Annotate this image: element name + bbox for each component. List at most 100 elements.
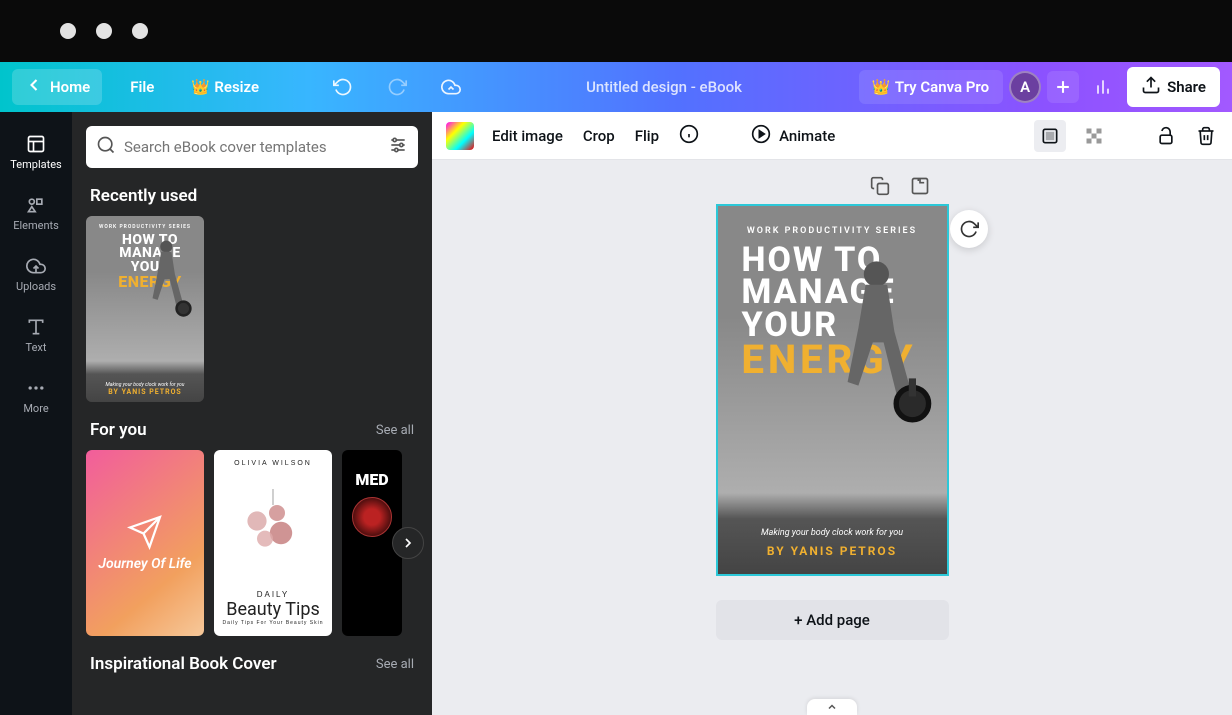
rail-label: More: [23, 402, 48, 415]
crown-icon: 👑: [192, 79, 208, 95]
paper-plane-icon: [127, 514, 163, 550]
filters-icon[interactable]: [388, 135, 408, 159]
try-pro-label: Try Canva Pro: [895, 78, 989, 96]
chevron-left-icon: [24, 75, 44, 99]
cover-author[interactable]: BY YANIS PETROS: [718, 544, 947, 574]
info-button[interactable]: [677, 120, 701, 152]
position-button[interactable]: [1034, 120, 1066, 152]
animate-button[interactable]: Animate: [749, 120, 837, 152]
share-button[interactable]: Share: [1127, 67, 1220, 107]
animate-label: Animate: [779, 127, 835, 145]
crown-icon: 👑: [873, 79, 889, 95]
design-title[interactable]: Untitled design - eBook: [477, 78, 851, 96]
design-title-text: Untitled design - eBook: [586, 78, 742, 96]
flip-button[interactable]: Flip: [633, 123, 661, 149]
traffic-close[interactable]: [60, 23, 76, 39]
edit-image-label: Edit image: [492, 127, 563, 145]
medallion-graphic: [352, 497, 392, 537]
card-prefix: DAILY: [222, 590, 323, 599]
add-collaborator-button[interactable]: [1047, 71, 1079, 103]
animate-icon: [751, 124, 771, 148]
rail-tab-elements[interactable]: Elements: [0, 185, 72, 240]
card-subtitle: Daily Tips For Your Beauty Skin: [222, 620, 323, 626]
card-author: OLIVIA WILSON: [234, 460, 312, 467]
athlete-figure: [140, 238, 196, 324]
header-left: Home File 👑 Resize: [12, 69, 469, 105]
design-page[interactable]: WORK PRODUCTIVITY SERIES HOW TO MANAGE Y…: [716, 204, 949, 576]
traffic-zoom[interactable]: [132, 23, 148, 39]
rail-tab-more[interactable]: More: [0, 368, 72, 423]
recently-used-row: WORK PRODUCTIVITY SERIES HOW TO MANAGE Y…: [86, 216, 418, 402]
lock-button[interactable]: [1154, 124, 1178, 148]
section-for-you: For you See all: [90, 420, 414, 440]
rail-tab-templates[interactable]: Templates: [0, 124, 72, 179]
crop-button[interactable]: Crop: [581, 123, 617, 149]
resize-label: Resize: [214, 78, 259, 96]
athlete-figure[interactable]: [825, 256, 935, 436]
traffic-lights: [60, 23, 148, 39]
canvas-area[interactable]: WORK PRODUCTIVITY SERIES HOW TO MANAGE Y…: [432, 160, 1232, 715]
template-card[interactable]: WORK PRODUCTIVITY SERIES HOW TO MANAGE Y…: [86, 216, 204, 402]
duplicate-page-button[interactable]: [868, 174, 892, 198]
window-chrome: [0, 0, 1232, 62]
try-pro-button[interactable]: 👑 Try Canva Pro: [859, 70, 1003, 104]
editor-toolbar: Edit image Crop Flip Animate: [432, 112, 1232, 160]
for-you-row: Journey Of Life OLIVIA WILSON DAILY Beau…: [86, 450, 418, 636]
traffic-minimize[interactable]: [96, 23, 112, 39]
section-label: Recently used: [90, 186, 197, 206]
templates-panel: Recently used WORK PRODUCTIVITY SERIES H…: [72, 112, 432, 715]
elements-icon: [24, 193, 48, 217]
file-label: File: [130, 78, 154, 96]
section-inspirational: Inspirational Book Cover See all: [90, 654, 414, 674]
see-all-link[interactable]: See all: [376, 657, 414, 672]
delete-button[interactable]: [1194, 124, 1218, 148]
template-card[interactable]: Journey Of Life: [86, 450, 204, 636]
rail-tab-text[interactable]: Text: [0, 307, 72, 362]
edit-image-button[interactable]: Edit image: [490, 123, 565, 149]
undo-button[interactable]: [325, 69, 361, 105]
scroll-next-button[interactable]: [392, 527, 424, 559]
home-button[interactable]: Home: [12, 69, 102, 105]
text-icon: [24, 315, 48, 339]
app-header: Home File 👑 Resize Untitled design - eBo…: [0, 62, 1232, 112]
redo-button[interactable]: [379, 69, 415, 105]
flip-label: Flip: [635, 127, 659, 145]
regenerate-button[interactable]: [950, 210, 988, 248]
rail-label: Text: [26, 341, 47, 354]
cover-series[interactable]: WORK PRODUCTIVITY SERIES: [718, 206, 947, 236]
add-page-label: + Add page: [794, 611, 870, 629]
cover-author: BY YANIS PETROS: [86, 388, 204, 402]
cloud-sync-icon[interactable]: [433, 69, 469, 105]
floral-graphic: [233, 489, 313, 569]
section-label: Inspirational Book Cover: [90, 654, 277, 674]
more-icon: [24, 376, 48, 400]
card-title: Beauty Tips: [222, 599, 323, 620]
see-all-link[interactable]: See all: [376, 423, 414, 438]
share-label: Share: [1167, 78, 1206, 96]
page-actions: [868, 174, 932, 198]
search-field[interactable]: [86, 126, 418, 168]
side-rail: Templates Elements Uploads Text More: [0, 112, 72, 715]
color-picker-button[interactable]: [446, 122, 474, 150]
resize-button[interactable]: 👑 Resize: [182, 72, 269, 102]
home-label: Home: [50, 78, 90, 96]
rail-tab-uploads[interactable]: Uploads: [0, 246, 72, 301]
new-page-button[interactable]: [908, 174, 932, 198]
card-title: MED: [355, 470, 388, 489]
search-input[interactable]: [124, 138, 380, 156]
template-card[interactable]: OLIVIA WILSON DAILY Beauty Tips Daily Ti…: [214, 450, 332, 636]
insights-button[interactable]: [1085, 69, 1121, 105]
page-thumbnail-toggle[interactable]: [807, 699, 857, 715]
transparency-button[interactable]: [1082, 124, 1106, 148]
avatar[interactable]: A: [1009, 71, 1041, 103]
editor: Edit image Crop Flip Animate: [432, 112, 1232, 715]
cover-subtitle[interactable]: Making your body clock work for you: [718, 528, 947, 538]
rail-label: Uploads: [16, 280, 56, 293]
cover-series: WORK PRODUCTIVITY SERIES: [86, 216, 204, 230]
add-page-button[interactable]: + Add page: [716, 600, 949, 640]
main-layout: Templates Elements Uploads Text More Rec…: [0, 112, 1232, 715]
templates-icon: [24, 132, 48, 156]
file-menu[interactable]: File: [120, 72, 164, 102]
rail-label: Templates: [10, 158, 61, 171]
search-icon: [96, 135, 116, 159]
